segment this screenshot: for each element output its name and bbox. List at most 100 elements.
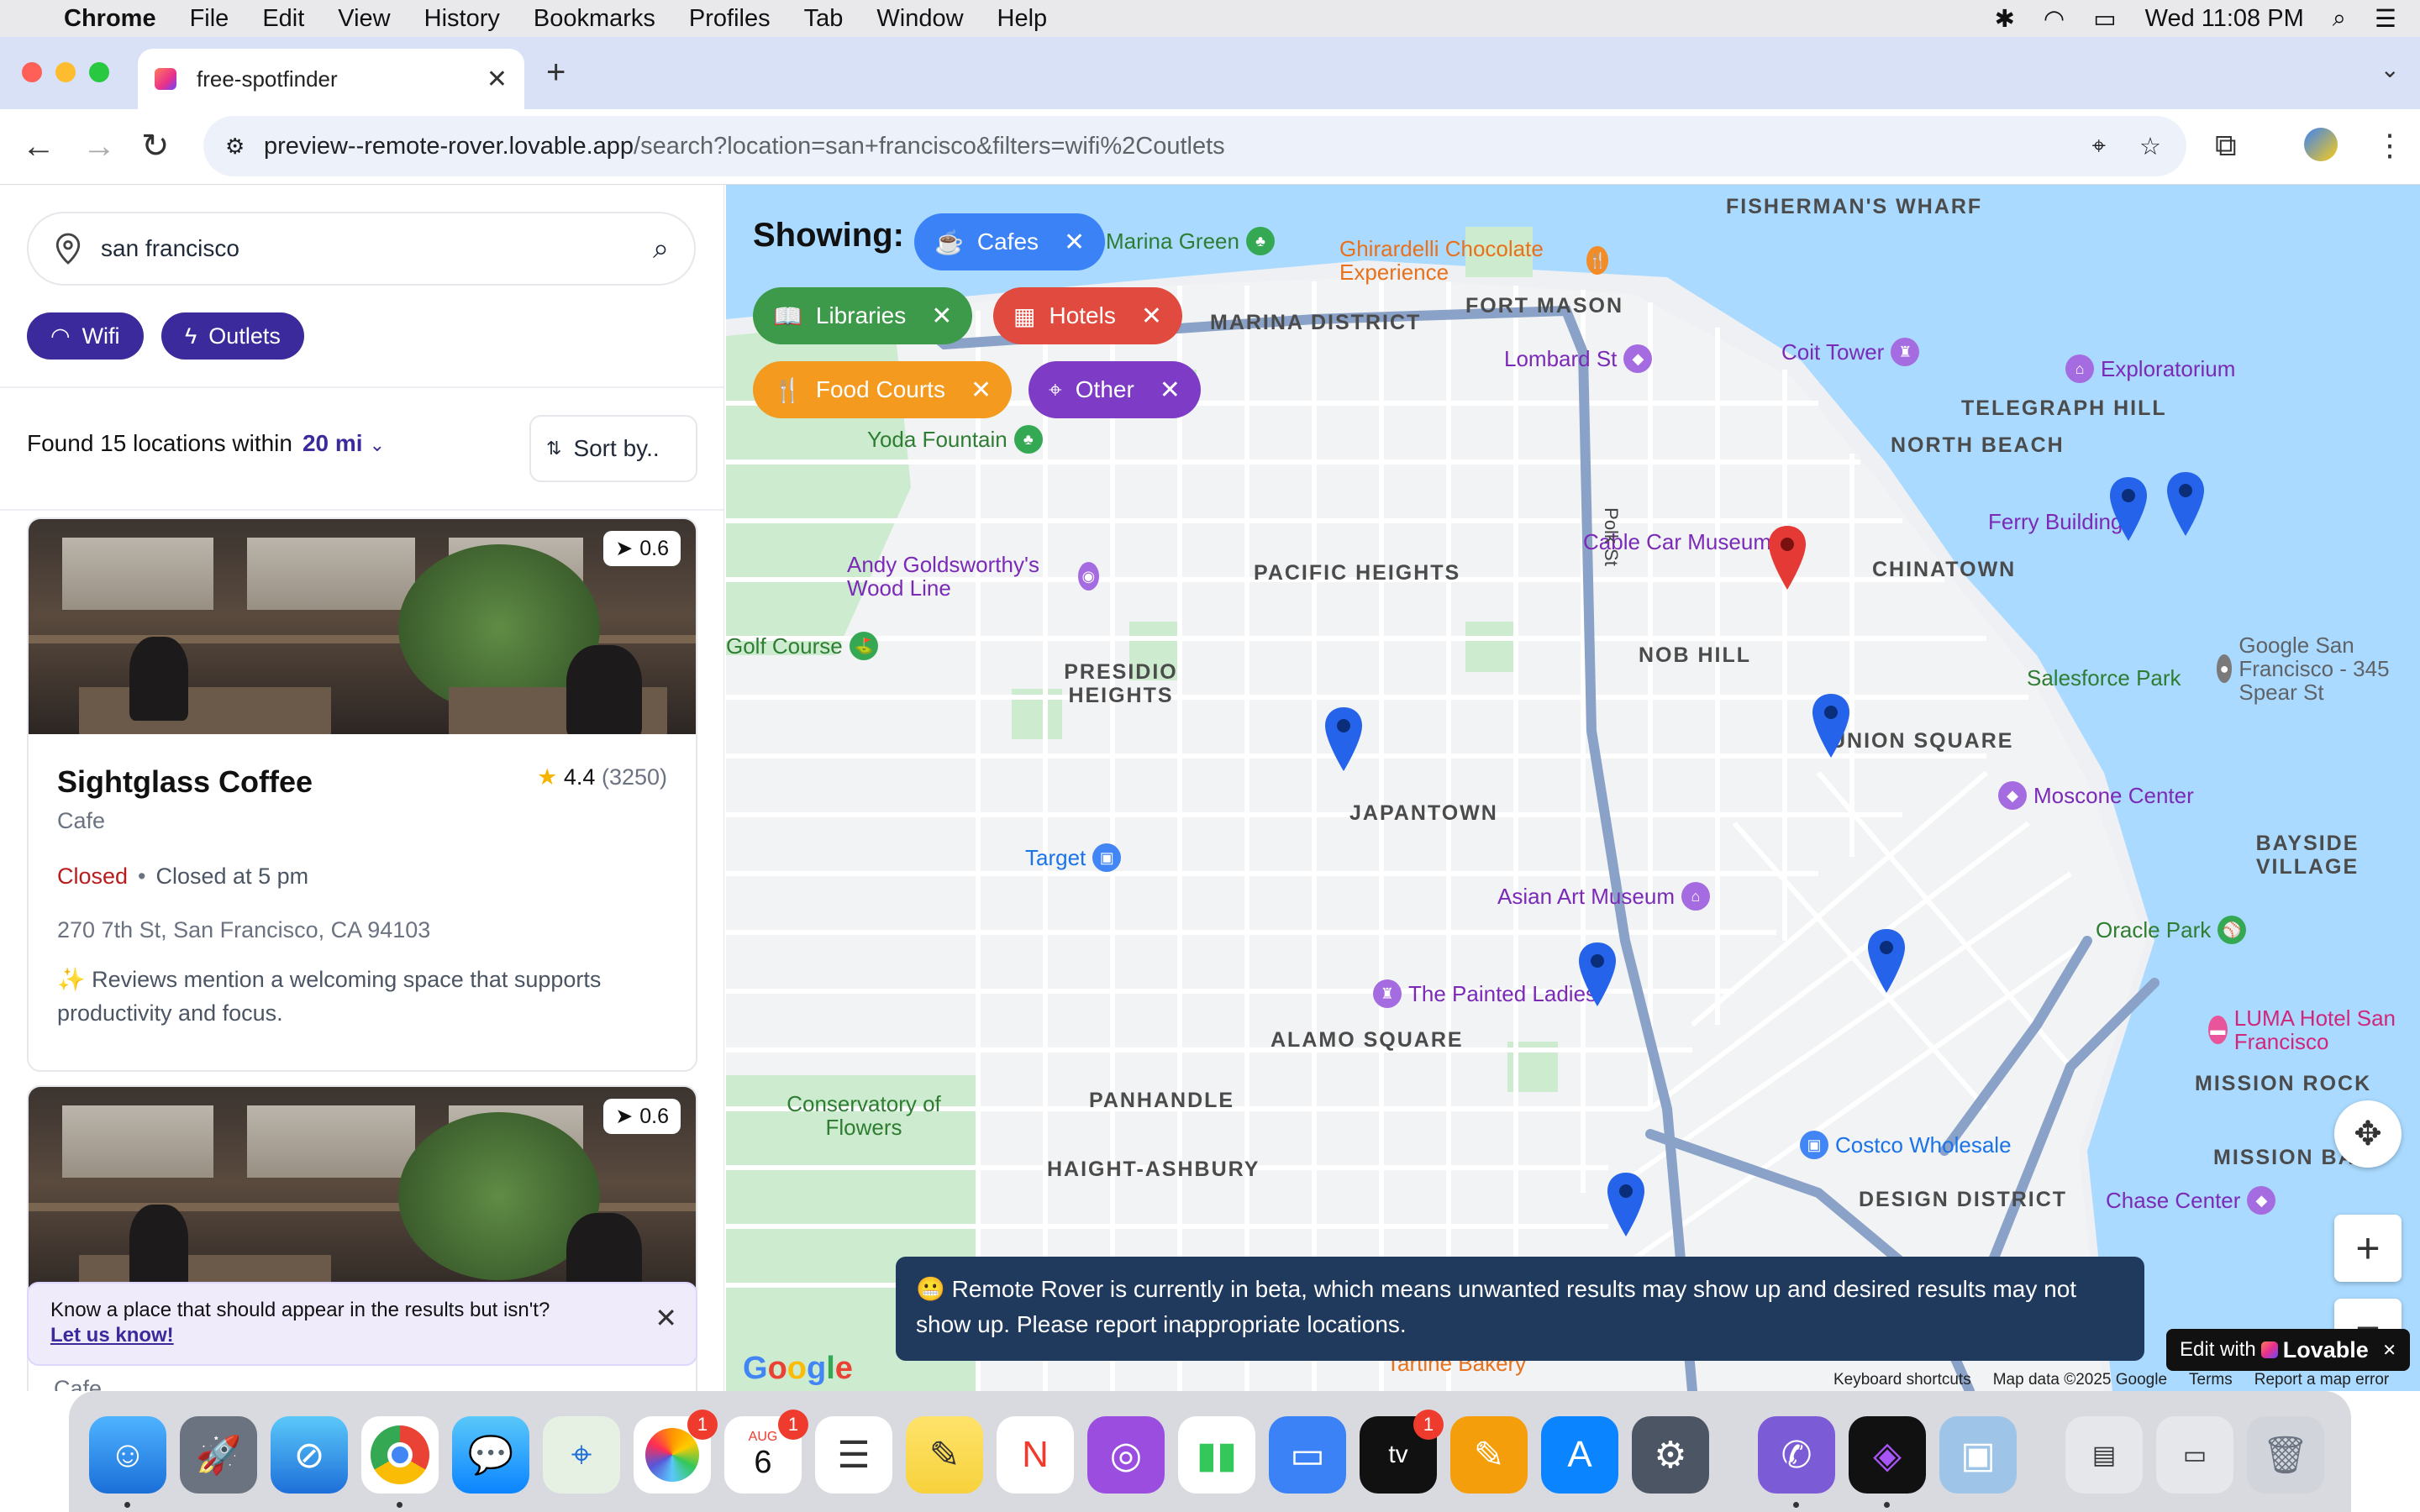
poi-conservatory-of-flowers[interactable]: Conservatory of Flowers bbox=[780, 1092, 948, 1139]
place-name[interactable]: Sightglass Coffee bbox=[57, 764, 313, 800]
filter-chip-food-courts[interactable]: 🍴 Food Courts ✕ bbox=[753, 361, 1013, 418]
menu-edit[interactable]: Edit bbox=[262, 5, 304, 33]
reload-button[interactable]: ↻ bbox=[141, 126, 170, 166]
poi-coit-tower[interactable]: Coit Tower ♜ bbox=[1781, 338, 1920, 366]
site-settings-icon[interactable]: ⚙ bbox=[225, 134, 245, 160]
zoom-in-button[interactable]: + bbox=[2334, 1215, 2402, 1282]
browser-tab[interactable]: free-spotfinder ✕ bbox=[138, 49, 524, 109]
forward-button[interactable]: → bbox=[82, 126, 116, 166]
poi-painted-ladies[interactable]: ♜ The Painted Ladies bbox=[1373, 979, 1597, 1008]
filter-chip-hotels[interactable]: ▦ Hotels ✕ bbox=[993, 287, 1182, 344]
trash-icon[interactable]: 🗑 bbox=[2247, 1416, 2324, 1494]
poi-andy-goldsworthy[interactable]: Andy Goldsworthy's Wood Line ◉ bbox=[847, 553, 1099, 600]
recent-document-icon[interactable]: ▤ bbox=[2065, 1416, 2143, 1494]
menu-help[interactable]: Help bbox=[997, 5, 1048, 33]
poi-marina-green[interactable]: Marina Green ♣ bbox=[1106, 227, 1275, 255]
menu-profiles[interactable]: Profiles bbox=[689, 5, 771, 33]
remove-filter-icon[interactable]: ✕ bbox=[971, 375, 992, 405]
remove-filter-icon[interactable]: ✕ bbox=[1141, 302, 1162, 331]
map[interactable]: FISHERMAN'S WHARF MARINA DISTRICT FORT M… bbox=[726, 185, 2420, 1391]
notes-icon[interactable]: ✎ bbox=[906, 1416, 983, 1494]
chrome-menu-icon[interactable]: ⋮ bbox=[2375, 128, 2405, 163]
remove-filter-icon[interactable]: ✕ bbox=[931, 302, 952, 331]
search-icon[interactable]: ⌕ bbox=[653, 233, 669, 265]
poi-chase-center[interactable]: Chase Center ◆ bbox=[2106, 1186, 2276, 1215]
keynote-icon[interactable]: ▭ bbox=[1269, 1416, 1346, 1494]
messages-icon[interactable]: 💬 bbox=[452, 1416, 529, 1494]
close-icon[interactable]: ✕ bbox=[655, 1302, 677, 1334]
location-pin-icon[interactable]: ⌖ bbox=[2092, 133, 2106, 160]
filter-chip-libraries[interactable]: 📖 Libraries ✕ bbox=[753, 287, 973, 344]
menu-view[interactable]: View bbox=[338, 5, 390, 33]
recenter-icon[interactable]: ✥ bbox=[2334, 1100, 2402, 1168]
bluetooth-icon[interactable]: ✱ bbox=[1995, 4, 2015, 34]
poi-google-sf[interactable]: ● Google San Francisco - 345 Spear St bbox=[2217, 633, 2420, 704]
menubar-clock[interactable]: Wed 11:08 PM bbox=[2145, 5, 2304, 33]
filter-chip-wifi[interactable]: ◠ Wifi bbox=[27, 312, 144, 360]
apple-tv-icon[interactable]: tv 1 bbox=[1360, 1410, 1444, 1494]
map-pin[interactable] bbox=[2107, 475, 2149, 543]
pages-icon[interactable]: ✎ bbox=[1450, 1416, 1528, 1494]
numbers-icon[interactable]: ▮▮ bbox=[1178, 1416, 1255, 1494]
poi-yoda-fountain[interactable]: Yoda Fountain ♣ bbox=[867, 425, 1043, 454]
wifi-icon[interactable]: ◠ bbox=[2044, 4, 2065, 34]
calendar-icon[interactable]: AUG 6 1 bbox=[724, 1410, 808, 1494]
chevron-down-icon[interactable]: ⌄ bbox=[370, 434, 385, 455]
poi-target[interactable]: Target ▣ bbox=[1025, 843, 1122, 872]
viber-icon[interactable]: ✆ bbox=[1758, 1416, 1835, 1494]
filter-chip-cafes[interactable]: ☕ Cafes ✕ bbox=[914, 213, 1106, 270]
menu-file[interactable]: File bbox=[190, 5, 229, 33]
map-pin-selected[interactable] bbox=[1766, 524, 1808, 591]
filter-chip-outlets[interactable]: ϟ Outlets bbox=[161, 312, 304, 360]
control-center-icon[interactable]: ☰ bbox=[2375, 4, 2396, 34]
reminders-icon[interactable]: ☰ bbox=[815, 1416, 892, 1494]
close-tab-icon[interactable]: ✕ bbox=[487, 65, 508, 94]
screen-app-icon[interactable]: ◈ bbox=[1849, 1416, 1926, 1494]
map-pin[interactable] bbox=[1605, 1171, 1647, 1238]
menu-bookmarks[interactable]: Bookmarks bbox=[534, 5, 655, 33]
poi-moscone-center[interactable]: ◆ Moscone Center bbox=[1998, 781, 2194, 810]
poi-costco[interactable]: ▣ Costco Wholesale bbox=[1800, 1131, 2012, 1159]
location-search-input[interactable]: san francisco ⌕ bbox=[27, 212, 696, 286]
app-menu[interactable]: Chrome bbox=[64, 5, 156, 33]
search-icon[interactable]: ⌕ bbox=[2333, 5, 2346, 33]
poi-salesforce-park[interactable]: Salesforce Park bbox=[2027, 665, 2181, 691]
menu-window[interactable]: Window bbox=[876, 5, 963, 33]
poi-asian-art-museum[interactable]: Asian Art Museum ⌂ bbox=[1497, 882, 1710, 911]
maps-icon[interactable]: ⌖ bbox=[543, 1416, 620, 1494]
close-window-button[interactable] bbox=[22, 62, 42, 82]
radius-dropdown[interactable]: 20 mi bbox=[302, 430, 363, 456]
report-map-error-link[interactable]: Report a map error bbox=[2254, 1371, 2390, 1389]
zoom-window-button[interactable] bbox=[89, 62, 109, 82]
finder-icon[interactable]: ☺ bbox=[89, 1416, 166, 1494]
poi-ghirardelli[interactable]: Ghirardelli Chocolate Experience 🍴 bbox=[1339, 237, 1608, 284]
location-card[interactable]: ➤ 0.6 Sightglass Coffee ★ 4.4 (3250) Cafe… bbox=[27, 517, 697, 1072]
profile-avatar[interactable] bbox=[2304, 128, 2338, 161]
new-tab-button[interactable]: + bbox=[546, 54, 566, 92]
remove-filter-icon[interactable]: ✕ bbox=[1160, 375, 1181, 405]
safari-icon[interactable]: ⊘ bbox=[271, 1416, 348, 1494]
map-pin[interactable] bbox=[1810, 692, 1852, 759]
launchpad-icon[interactable]: 🚀 bbox=[180, 1416, 257, 1494]
news-icon[interactable]: N bbox=[997, 1416, 1074, 1494]
bookmark-star-icon[interactable]: ☆ bbox=[2139, 132, 2161, 161]
battery-icon[interactable]: ▭ bbox=[2093, 4, 2116, 34]
poi-golf-course[interactable]: Golf Course ⛳ bbox=[726, 632, 878, 660]
poi-lombard-st[interactable]: Lombard St ◆ bbox=[1504, 344, 1653, 373]
map-pin[interactable] bbox=[1576, 941, 1618, 1008]
system-settings-icon[interactable]: ⚙ bbox=[1632, 1416, 1709, 1494]
tab-search-chevron-icon[interactable]: ⌄ bbox=[2381, 55, 2400, 83]
menu-tab[interactable]: Tab bbox=[804, 5, 844, 33]
address-bar[interactable]: ⚙ preview--remote-rover.lovable.app/sear… bbox=[203, 116, 2186, 176]
sort-dropdown[interactable]: ⇅ Sort by.. bbox=[529, 415, 697, 482]
app-store-icon[interactable]: A bbox=[1541, 1416, 1618, 1494]
minimize-window-button[interactable] bbox=[55, 62, 76, 82]
poi-exploratorium[interactable]: ⌂ Exploratorium bbox=[2065, 354, 2235, 383]
poi-oracle-park[interactable]: Oracle Park ⚾ bbox=[2096, 916, 2247, 944]
recent-window-icon[interactable]: ▭ bbox=[2156, 1416, 2233, 1494]
remove-filter-icon[interactable]: ✕ bbox=[1064, 228, 1085, 257]
extensions-icon[interactable]: ⧉ bbox=[2215, 128, 2237, 164]
filter-chip-other[interactable]: ⌖ Other ✕ bbox=[1028, 361, 1201, 418]
map-pin[interactable] bbox=[2165, 470, 2207, 538]
edit-with-lovable-button[interactable]: Edit with Lovable ✕ bbox=[2166, 1329, 2410, 1371]
